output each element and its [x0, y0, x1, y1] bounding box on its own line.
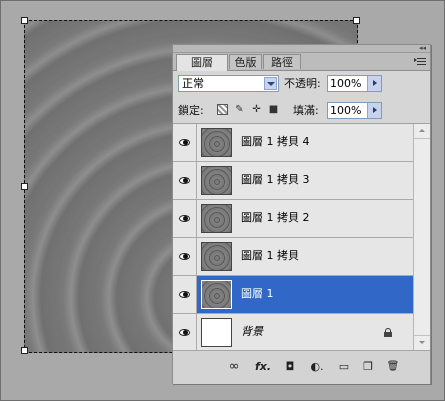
layer-name[interactable]: 圖層 1 拷貝: [241, 249, 299, 263]
tab-paths[interactable]: 路徑: [263, 54, 301, 69]
new-group-folder-icon[interactable]: ▭: [336, 360, 352, 374]
trash-icon[interactable]: 🗑: [385, 360, 401, 374]
panel-footer: ∞ fx. ◘ ◐. ▭ ❐ 🗑: [173, 350, 430, 384]
layer-row[interactable]: 圖層 1 拷貝 3: [173, 162, 413, 200]
tab-layers[interactable]: 圖層: [176, 54, 228, 71]
layers-list: 圖層 1 拷貝 4 圖層 1 拷貝 3 圖層 1 拷貝 2 圖層 1 拷貝 圖層…: [173, 124, 413, 352]
eye-icon[interactable]: [173, 200, 197, 237]
layer-thumbnail[interactable]: [201, 242, 232, 271]
layer-name[interactable]: 圖層 1 拷貝 4: [241, 135, 310, 149]
blend-mode-value: 正常: [182, 77, 204, 90]
transform-handle-top-left[interactable]: [21, 17, 28, 24]
layer-name[interactable]: 圖層 1 拷貝 2: [241, 211, 310, 225]
fill-value: 100%: [330, 104, 362, 117]
lock-fill-row: 鎖定: ✎ ✛ ■ 填滿: 100%: [173, 98, 430, 124]
layer-row-selected[interactable]: 圖層 1: [173, 276, 413, 314]
layer-thumbnail[interactable]: [201, 318, 232, 347]
lock-pixels-brush-icon[interactable]: ✎: [234, 104, 245, 115]
layers-panel: ◂◂ 圖層 色版 路徑 正常 不透明: 100% 鎖定: ✎ ✛ ■ 填滿: 1…: [172, 44, 431, 384]
fx-layer-style-icon[interactable]: fx.: [252, 360, 274, 374]
layer-row[interactable]: 圖層 1 拷貝 4: [173, 124, 413, 162]
layer-row-background[interactable]: 背景: [173, 314, 413, 352]
panel-title-bar[interactable]: ◂◂: [173, 44, 430, 53]
layer-thumbnail[interactable]: [201, 128, 232, 157]
eye-icon[interactable]: [173, 314, 197, 351]
layer-name[interactable]: 圖層 1: [241, 287, 274, 301]
chevron-down-icon[interactable]: [264, 77, 277, 90]
lock-transparency-icon[interactable]: [217, 104, 228, 115]
lock-all-icon[interactable]: ■: [268, 104, 279, 115]
opacity-field[interactable]: 100%: [327, 75, 382, 92]
scroll-down-arrow-icon[interactable]: [414, 335, 430, 350]
tab-channels[interactable]: 色版: [229, 54, 262, 69]
lock-icon: [384, 328, 392, 337]
link-layers-icon[interactable]: ∞: [224, 360, 244, 374]
opacity-value: 100%: [330, 77, 362, 90]
layer-thumbnail[interactable]: [201, 204, 232, 233]
layers-scrollbar[interactable]: [413, 124, 430, 350]
lock-position-move-icon[interactable]: ✛: [251, 104, 262, 115]
adjustment-layer-icon[interactable]: ◐.: [307, 360, 327, 374]
fill-field[interactable]: 100%: [327, 102, 382, 119]
opacity-label: 不透明:: [284, 77, 321, 90]
layer-mask-icon[interactable]: ◘: [282, 360, 298, 374]
fill-label: 填滿:: [293, 104, 319, 117]
layer-thumbnail[interactable]: [201, 166, 232, 195]
layer-thumbnail[interactable]: [201, 280, 232, 309]
collapse-icon[interactable]: ◂◂: [419, 44, 426, 52]
transform-handle-bottom-left[interactable]: [21, 347, 28, 354]
opacity-slider-arrow-icon[interactable]: [367, 76, 381, 91]
transform-handle-top-right[interactable]: [353, 17, 360, 24]
new-layer-icon[interactable]: ❐: [360, 360, 376, 374]
panel-menu-icon[interactable]: [414, 56, 426, 67]
blend-mode-select[interactable]: 正常: [178, 75, 279, 92]
panel-tabs: 圖層 色版 路徑: [173, 53, 430, 71]
eye-icon[interactable]: [173, 276, 197, 313]
transform-handle-left-mid[interactable]: [21, 183, 28, 190]
layer-name[interactable]: 背景: [241, 325, 263, 339]
lock-label: 鎖定:: [178, 104, 204, 117]
layer-row[interactable]: 圖層 1 拷貝: [173, 238, 413, 276]
layer-name[interactable]: 圖層 1 拷貝 3: [241, 173, 310, 187]
eye-icon[interactable]: [173, 238, 197, 275]
layer-row[interactable]: 圖層 1 拷貝 2: [173, 200, 413, 238]
eye-icon[interactable]: [173, 124, 197, 161]
blend-opacity-row: 正常 不透明: 100%: [173, 71, 430, 96]
fill-slider-arrow-icon[interactable]: [367, 103, 381, 118]
scroll-up-arrow-icon[interactable]: [414, 124, 430, 139]
eye-icon[interactable]: [173, 162, 197, 199]
